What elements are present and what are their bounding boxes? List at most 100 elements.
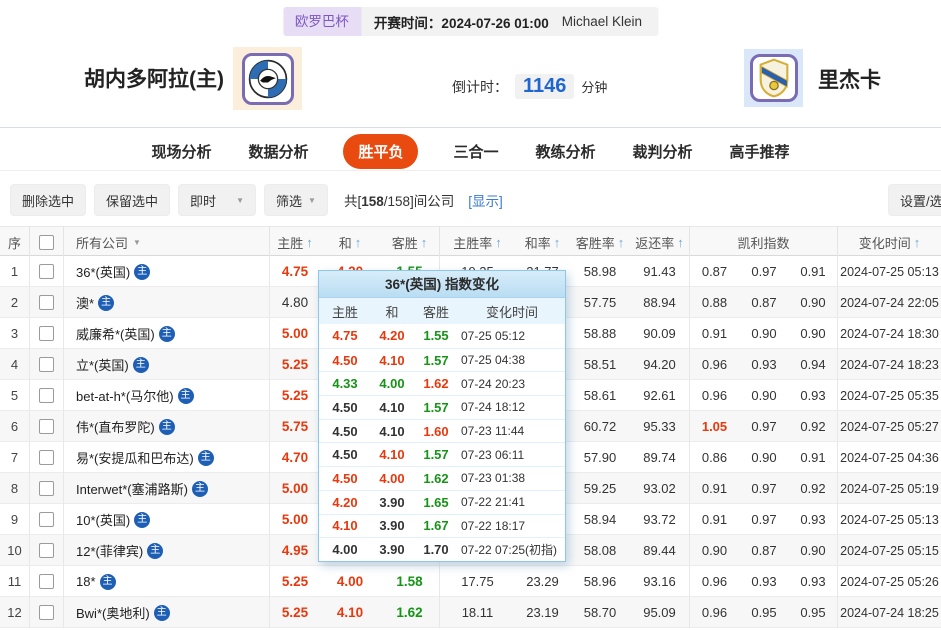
odds-home[interactable]: 5.75: [270, 411, 320, 442]
row-checkbox[interactable]: [39, 574, 54, 589]
tab-1x2[interactable]: 胜平负: [343, 134, 418, 169]
return-rate: 91.43: [630, 256, 690, 287]
away-rate: 58.88: [570, 318, 630, 349]
row-checkbox[interactable]: [39, 264, 54, 279]
user-name: Michael Klein: [562, 14, 642, 29]
change-time: 2024-07-25 05:13: [838, 256, 941, 287]
row-checkbox[interactable]: [39, 388, 54, 403]
odds-home[interactable]: 4.95: [270, 535, 320, 566]
row-checkbox[interactable]: [39, 512, 54, 527]
col-draw-odds[interactable]: 和↑: [320, 227, 380, 257]
popup-row: 4.504.001.6207-23 01:38: [319, 466, 565, 490]
away-rate: 58.98: [570, 256, 630, 287]
table-row: 12Bwi*(奥地利)主5.254.101.6218.1123.1958.709…: [0, 597, 941, 628]
col-company[interactable]: 所有公司▼: [64, 227, 270, 257]
company-cell[interactable]: 10*(英国)主: [64, 504, 270, 535]
row-checkbox[interactable]: [39, 419, 54, 434]
odds-draw[interactable]: 4.10: [320, 597, 380, 628]
kelly-2: 0.90: [739, 380, 789, 411]
odds-home[interactable]: 5.00: [270, 504, 320, 535]
odds-away[interactable]: 1.58: [380, 566, 440, 597]
popup-away-odds: 1.57: [413, 447, 459, 462]
row-checkbox[interactable]: [39, 450, 54, 465]
row-checkbox[interactable]: [39, 605, 54, 620]
row-checkbox[interactable]: [39, 326, 54, 341]
col-draw-rate[interactable]: 和率↑: [515, 227, 570, 257]
settings-button[interactable]: 设置/选择: [888, 184, 941, 216]
home-badge-icon: 主: [178, 388, 194, 404]
kelly-2: 0.90: [739, 318, 789, 349]
col-change-time[interactable]: 变化时间↑: [838, 227, 941, 257]
company-cell[interactable]: 18*主: [64, 566, 270, 597]
odds-home[interactable]: 4.80: [270, 287, 320, 318]
keep-selected-button[interactable]: 保留选中: [94, 184, 170, 216]
company-cell[interactable]: bet-at-h*(马尔他)主: [64, 380, 270, 411]
delete-selected-button[interactable]: 删除选中: [10, 184, 86, 216]
company-cell[interactable]: Interwet*(塞浦路斯)主: [64, 473, 270, 504]
company-count: 共[158/158]间公司: [344, 190, 454, 210]
popup-draw-odds: 4.00: [371, 471, 413, 486]
tab-live[interactable]: 现场分析: [149, 134, 213, 169]
home-rate: 18.11: [440, 597, 515, 628]
popup-draw-odds: 4.10: [371, 400, 413, 415]
popup-draw-odds: 4.00: [371, 376, 413, 391]
popup-row: 4.504.101.6007-23 11:44: [319, 419, 565, 443]
filter-dropdown[interactable]: 筛选 ▼: [264, 184, 328, 216]
sort-up-icon: ↑: [306, 235, 313, 250]
kelly-2: 0.87: [739, 287, 789, 318]
popup-away-odds: 1.62: [413, 471, 459, 486]
col-home-odds[interactable]: 主胜↑: [270, 227, 320, 257]
company-cell[interactable]: 威廉希*(英国)主: [64, 318, 270, 349]
row-checkbox[interactable]: [39, 543, 54, 558]
live-dropdown[interactable]: 即时 ▼: [178, 184, 256, 216]
odds-home[interactable]: 5.00: [270, 473, 320, 504]
col-home-rate[interactable]: 主胜率↑: [440, 227, 515, 257]
toolbar: 删除选中 保留选中 即时 ▼ 筛选 ▼ 共[158/158]间公司 [显示] 设…: [0, 180, 941, 220]
odds-draw[interactable]: 4.00: [320, 566, 380, 597]
odds-home[interactable]: 4.75: [270, 256, 320, 287]
company-cell[interactable]: Bwi*(奥地利)主: [64, 597, 270, 628]
company-cell[interactable]: 36*(英国)主: [64, 256, 270, 287]
popup-row: 4.334.001.6207-24 20:23: [319, 371, 565, 395]
tab-referee[interactable]: 裁判分析: [631, 134, 695, 169]
draw-rate: 23.29: [515, 566, 570, 597]
select-all-checkbox[interactable]: [39, 235, 54, 250]
popup-draw-odds: 4.20: [371, 328, 413, 343]
tab-expert[interactable]: 高手推荐: [728, 134, 792, 169]
col-seq: 序: [0, 227, 30, 257]
change-time: 2024-07-24 18:23: [838, 349, 941, 380]
odds-home[interactable]: 4.70: [270, 442, 320, 473]
row-checkbox[interactable]: [39, 295, 54, 310]
odds-home[interactable]: 5.00: [270, 318, 320, 349]
away-rate: 57.75: [570, 287, 630, 318]
tab-coach[interactable]: 教练分析: [534, 134, 598, 169]
odds-away[interactable]: 1.62: [380, 597, 440, 628]
checkbox-cell: [30, 380, 64, 411]
col-return-rate[interactable]: 返还率↑: [630, 227, 690, 257]
tab-3in1[interactable]: 三合一: [451, 134, 500, 169]
odds-home[interactable]: 5.25: [270, 597, 320, 628]
league-badge[interactable]: 欧罗巴杯: [283, 7, 361, 36]
company-cell[interactable]: 12*(菲律宾)主: [64, 535, 270, 566]
checkbox-cell: [30, 287, 64, 318]
tab-data[interactable]: 数据分析: [246, 134, 310, 169]
company-cell[interactable]: 澳*主: [64, 287, 270, 318]
row-checkbox[interactable]: [39, 481, 54, 496]
popup-home-odds: 4.00: [319, 542, 371, 557]
popup-row: 4.203.901.6507-22 21:41: [319, 490, 565, 514]
show-link[interactable]: [显示]: [468, 190, 503, 210]
odds-home[interactable]: 5.25: [270, 380, 320, 411]
popup-home-odds: 4.50: [319, 447, 371, 462]
home-team-logo: [233, 47, 302, 110]
row-checkbox[interactable]: [39, 357, 54, 372]
popup-col-time: 变化时间: [459, 302, 565, 321]
company-cell[interactable]: 易*(安提瓜和巴布达)主: [64, 442, 270, 473]
odds-home[interactable]: 5.25: [270, 349, 320, 380]
company-cell[interactable]: 立*(英国)主: [64, 349, 270, 380]
col-away-rate[interactable]: 客胜率↑: [570, 227, 630, 257]
odds-home[interactable]: 5.25: [270, 566, 320, 597]
company-cell[interactable]: 伟*(直布罗陀)主: [64, 411, 270, 442]
col-kelly: 凯利指数: [690, 227, 838, 257]
countdown: 倒计时： 1146 分钟: [452, 74, 607, 99]
col-away-odds[interactable]: 客胜↑: [380, 227, 440, 257]
